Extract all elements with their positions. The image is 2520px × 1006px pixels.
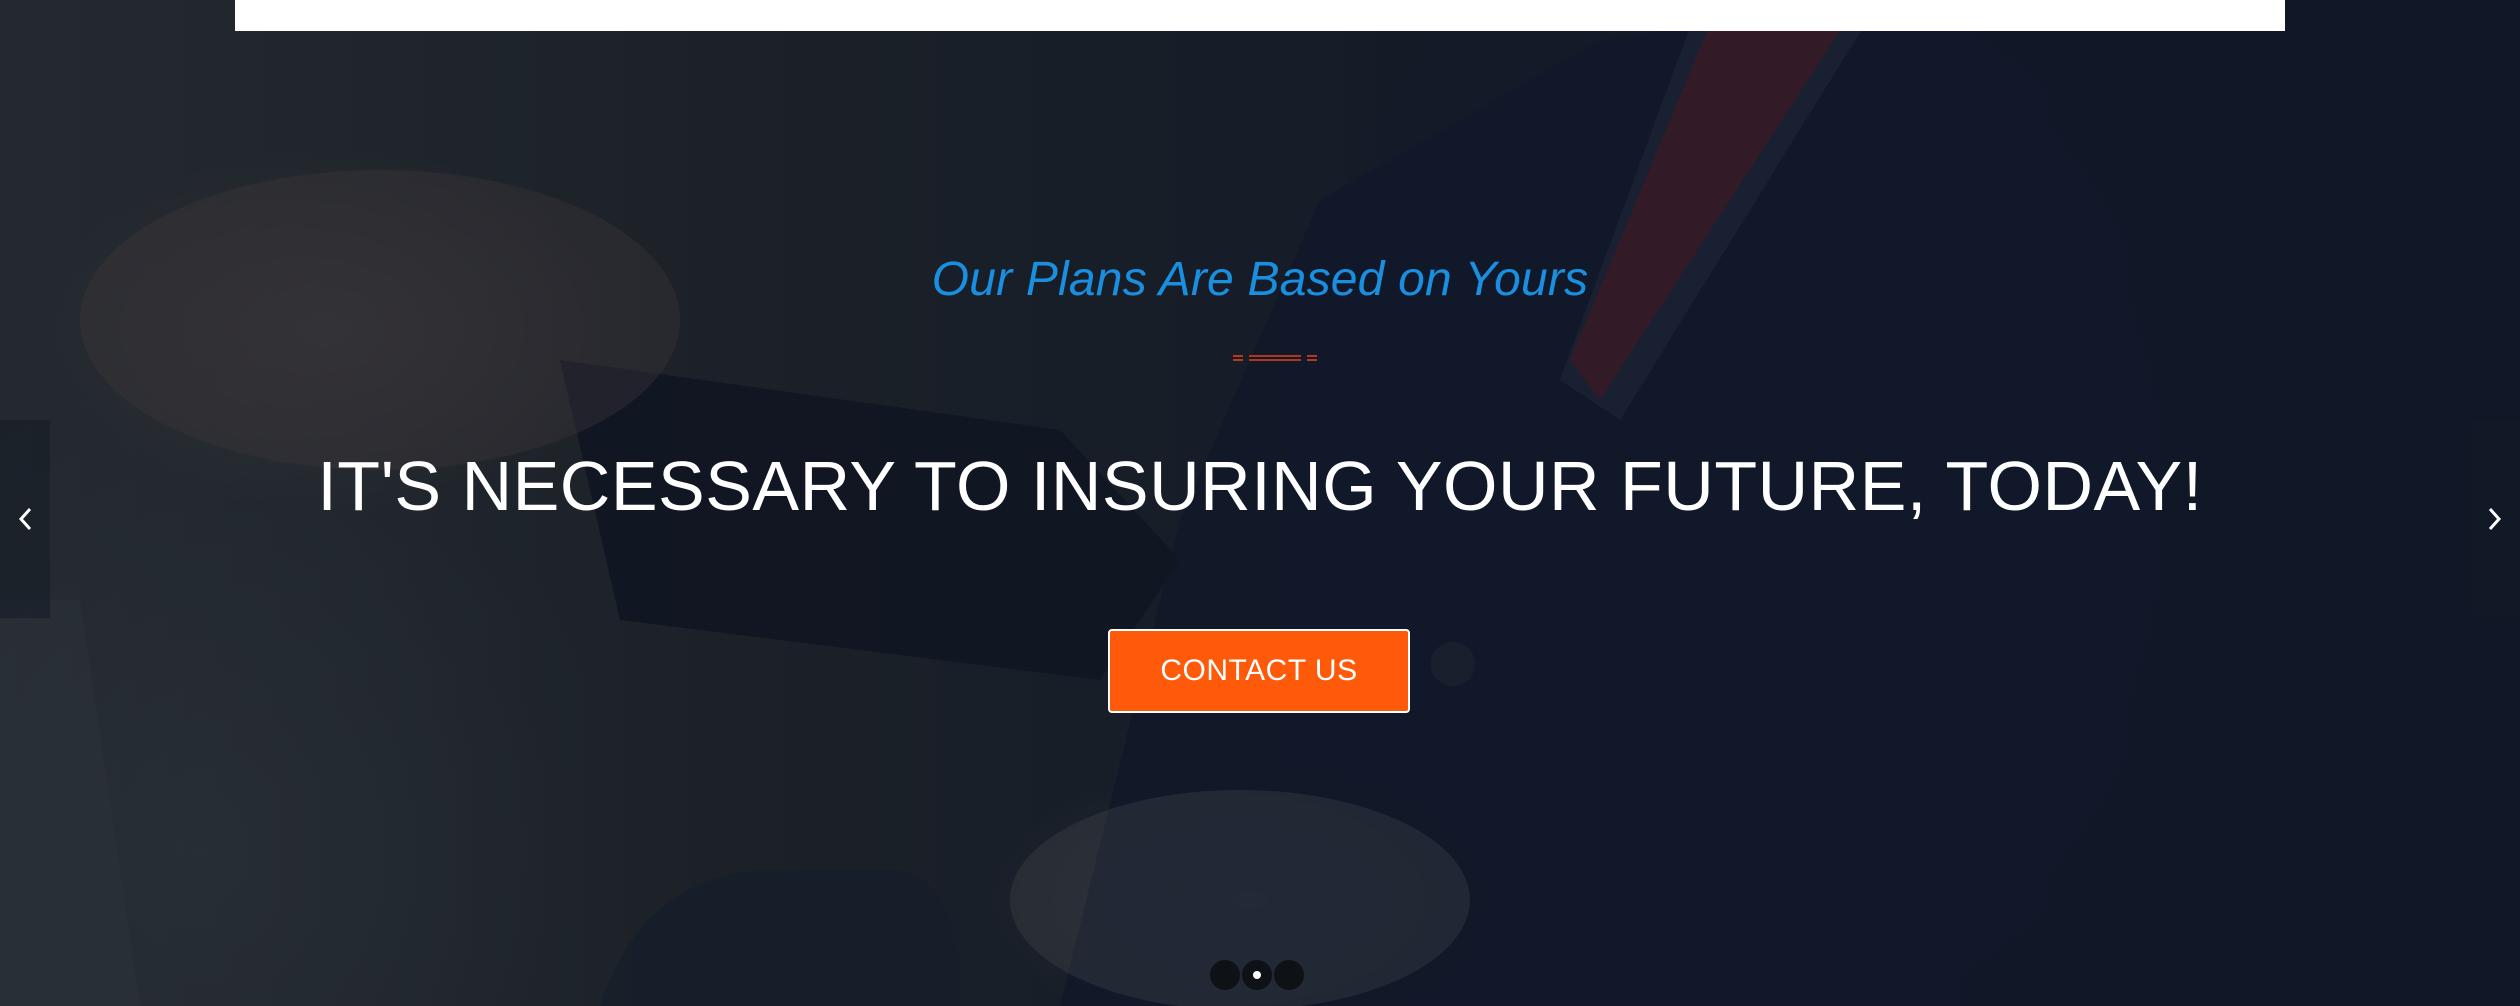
slider-dot-2[interactable] (1242, 960, 1272, 990)
slider-next-button[interactable] (2470, 420, 2520, 618)
slider-dot-1[interactable] (1210, 960, 1240, 990)
decorative-divider (1233, 355, 1317, 361)
chevron-right-icon (2488, 507, 2502, 531)
slider-pagination (1210, 960, 1304, 990)
slider-prev-button[interactable] (0, 420, 50, 618)
chevron-left-icon (18, 507, 32, 531)
header-bar (235, 0, 2285, 31)
contact-us-button[interactable]: CONTACT US (1108, 629, 1410, 713)
hero-subtitle: Our Plans Are Based on Yours (931, 253, 1589, 306)
slider-dot-3[interactable] (1274, 960, 1304, 990)
hero-slider: Our Plans Are Based on Yours IT'S NECESS… (0, 0, 2520, 1006)
hero-headline: IT'S NECESSARY TO INSURING YOUR FUTURE, … (317, 447, 2203, 525)
